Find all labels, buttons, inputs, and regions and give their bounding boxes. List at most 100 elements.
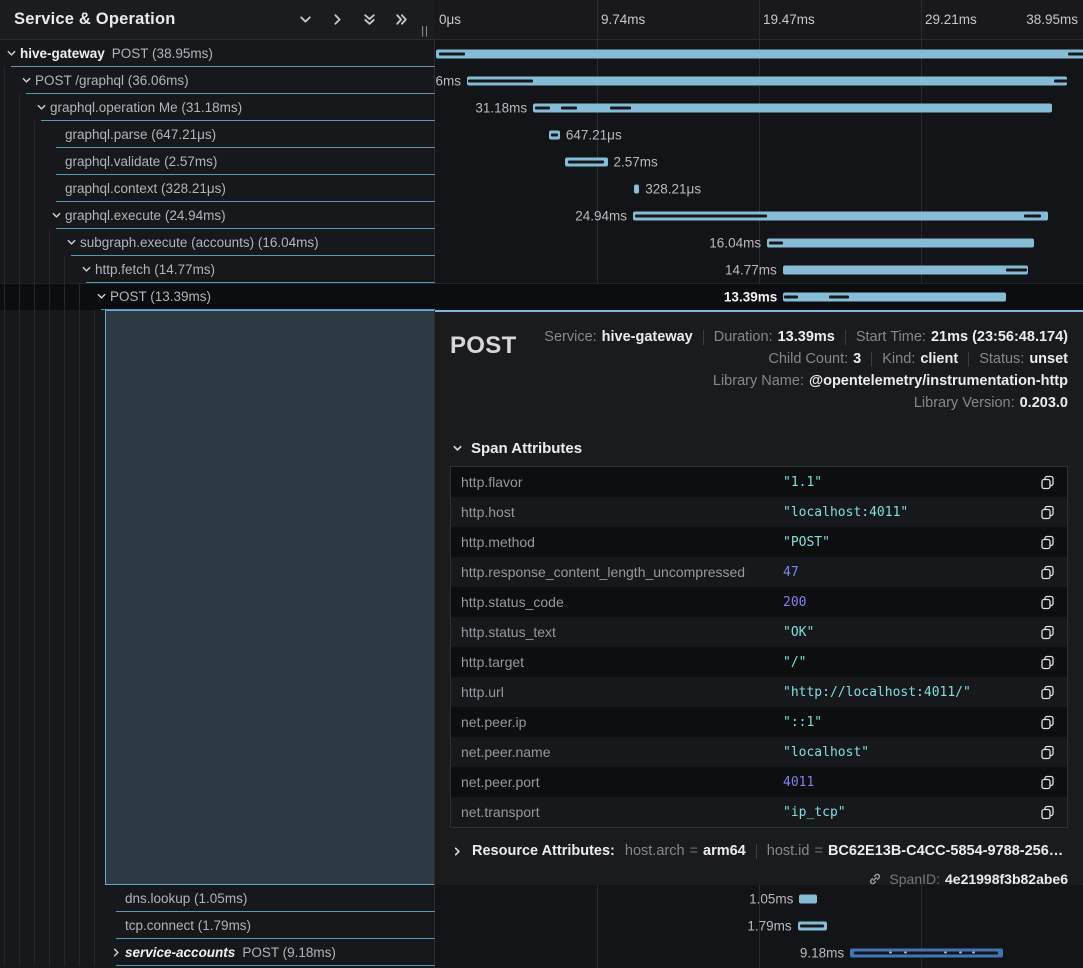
copy-value-button[interactable] [1040, 775, 1055, 790]
span-attributes-section-toggle[interactable]: Span Attributes [452, 440, 1068, 457]
indent-guide [4, 229, 5, 256]
column-resize-handle[interactable]: || [421, 25, 429, 37]
span-bar-cell[interactable]: 13.39ms [435, 283, 1083, 310]
copy-value-button[interactable] [1040, 595, 1055, 610]
span-duration-bar[interactable] [467, 76, 1067, 85]
copy-value-button[interactable] [1040, 505, 1055, 520]
span-duration-bar[interactable] [799, 894, 816, 903]
chevron-down-icon [21, 75, 32, 86]
span-name-cell[interactable]: POST (13.39ms) [0, 283, 435, 310]
expand-collapse-toggle[interactable] [36, 102, 50, 113]
span-name-cell[interactable]: graphql.operation Me (31.18ms) [0, 94, 435, 121]
resource-attributes-row[interactable]: Resource Attributes: host.arch=arm64host… [452, 843, 1068, 859]
span-duration-bar[interactable] [798, 921, 828, 930]
span-row[interactable]: service-accountsPOST (9.18ms)9.18ms [0, 939, 1083, 966]
span-duration-bar[interactable] [767, 238, 1034, 247]
span-name-cell[interactable]: http.fetch (14.77ms) [0, 256, 435, 283]
span-bar-cell[interactable]: 31.18ms [435, 94, 1083, 121]
meta-value: client [920, 351, 958, 367]
copy-value-button[interactable] [1040, 715, 1055, 730]
copy-value-button[interactable] [1040, 565, 1055, 580]
indent-guide [79, 283, 80, 310]
chevron-right-icon [111, 947, 122, 958]
attribute-key: http.url [461, 684, 783, 700]
copy-value-button[interactable] [1040, 805, 1055, 820]
link-icon[interactable] [868, 872, 882, 886]
span-name-cell[interactable]: subgraph.execute (accounts) (16.04ms) [0, 229, 435, 256]
span-row[interactable]: graphql.parse (647.21μs)647.21μs [0, 121, 1083, 148]
meta-divider [871, 352, 872, 367]
span-bar-cell[interactable]: 38.95ms [435, 40, 1083, 67]
expand-all-icon[interactable] [394, 12, 409, 27]
copy-value-button[interactable] [1040, 685, 1055, 700]
span-name-cell[interactable]: POST /graphql (36.06ms) [0, 67, 435, 94]
span-row[interactable]: graphql.validate (2.57ms)2.57ms [0, 148, 1083, 175]
span-row[interactable]: tcp.connect (1.79ms)1.79ms [0, 912, 1083, 939]
indent-guide [19, 283, 20, 310]
span-bar-cell[interactable]: 14.77ms [435, 256, 1083, 283]
span-row[interactable]: hive-gatewayPOST (38.95ms)38.95ms [0, 40, 1083, 67]
span-name-cell[interactable]: graphql.validate (2.57ms) [0, 148, 435, 175]
expand-collapse-toggle[interactable] [51, 210, 65, 221]
copy-value-button[interactable] [1040, 745, 1055, 760]
span-rows-top: hive-gatewayPOST (38.95ms)38.95msPOST /g… [0, 40, 1083, 310]
span-duration-bar[interactable] [783, 292, 1006, 301]
span-bar-cell[interactable]: 9.18ms [435, 939, 1083, 966]
span-duration-bar[interactable] [634, 184, 639, 193]
span-row[interactable]: POST /graphql (36.06ms)36.06ms [0, 67, 1083, 94]
axis-tick-label: 0μs [439, 0, 461, 39]
span-row[interactable]: subgraph.execute (accounts) (16.04ms)16.… [0, 229, 1083, 256]
span-duration-bar[interactable] [549, 130, 560, 139]
span-name-cell[interactable]: graphql.context (328.21μs) [0, 175, 435, 202]
span-bar-cell[interactable]: 1.79ms [435, 912, 1083, 939]
span-duration-bar[interactable] [436, 49, 1083, 58]
collapse-one-icon[interactable] [298, 12, 313, 27]
copy-value-button[interactable] [1040, 535, 1055, 550]
span-name-cell[interactable]: tcp.connect (1.79ms) [0, 912, 435, 939]
collapse-all-icon[interactable] [362, 12, 377, 27]
meta-divider [845, 330, 846, 345]
span-bar-cell[interactable]: 16.04ms [435, 229, 1083, 256]
span-row[interactable]: graphql.context (328.21μs) 328.21μs [0, 175, 1083, 202]
expand-collapse-toggle[interactable] [96, 291, 110, 302]
span-duration-bar[interactable] [565, 157, 608, 166]
copy-value-button[interactable] [1040, 655, 1055, 670]
span-row[interactable]: POST (13.39ms)13.39ms [0, 283, 1083, 310]
span-duration-bar[interactable] [850, 948, 1003, 957]
span-name-cell[interactable]: hive-gatewayPOST (38.95ms) [0, 40, 435, 67]
child-span-marker [1006, 268, 1028, 271]
expand-collapse-toggle[interactable] [6, 48, 20, 59]
span-name-cell[interactable]: dns.lookup (1.05ms) [0, 885, 435, 912]
copy-value-button[interactable] [1040, 475, 1055, 490]
span-name-cell[interactable]: graphql.execute (24.94ms) [0, 202, 435, 229]
span-duration-bar[interactable] [633, 211, 1048, 220]
span-name-cell[interactable]: service-accountsPOST (9.18ms) [0, 939, 435, 966]
expand-collapse-toggle[interactable] [66, 237, 80, 248]
span-bar-cell[interactable]: 2.57ms [435, 148, 1083, 175]
span-duration-bar[interactable] [783, 265, 1029, 274]
expand-collapse-toggle[interactable] [21, 75, 35, 86]
span-title: POST [450, 326, 517, 414]
indent-guide [4, 175, 5, 202]
indent-guide [79, 310, 80, 885]
span-bar-cell[interactable]: 647.21μs [435, 121, 1083, 148]
span-row[interactable]: http.fetch (14.77ms)14.77ms [0, 256, 1083, 283]
operation-name: graphql.context (328.21μs) [65, 181, 226, 196]
span-duration-bar[interactable] [533, 103, 1052, 112]
meta-label: Start Time: [856, 329, 926, 345]
expand-collapse-toggle[interactable] [111, 947, 125, 958]
span-name-cell[interactable]: graphql.parse (647.21μs) [0, 121, 435, 148]
expand-one-icon[interactable] [330, 12, 345, 27]
axis-tick-label: 38.95ms [1026, 0, 1078, 39]
span-bar-cell[interactable]: 1.05ms [435, 885, 1083, 912]
span-row[interactable]: dns.lookup (1.05ms)1.05ms [0, 885, 1083, 912]
expand-collapse-toggle[interactable] [81, 264, 95, 275]
tree-toolbar [298, 12, 409, 27]
span-row[interactable]: graphql.operation Me (31.18ms)31.18ms [0, 94, 1083, 121]
span-bar-cell[interactable]: 36.06ms [435, 67, 1083, 94]
indent-guide [34, 202, 35, 229]
span-row[interactable]: graphql.execute (24.94ms)24.94ms [0, 202, 1083, 229]
span-bar-cell[interactable]: 328.21μs [435, 175, 1083, 202]
span-bar-cell[interactable]: 24.94ms [435, 202, 1083, 229]
copy-value-button[interactable] [1040, 625, 1055, 640]
